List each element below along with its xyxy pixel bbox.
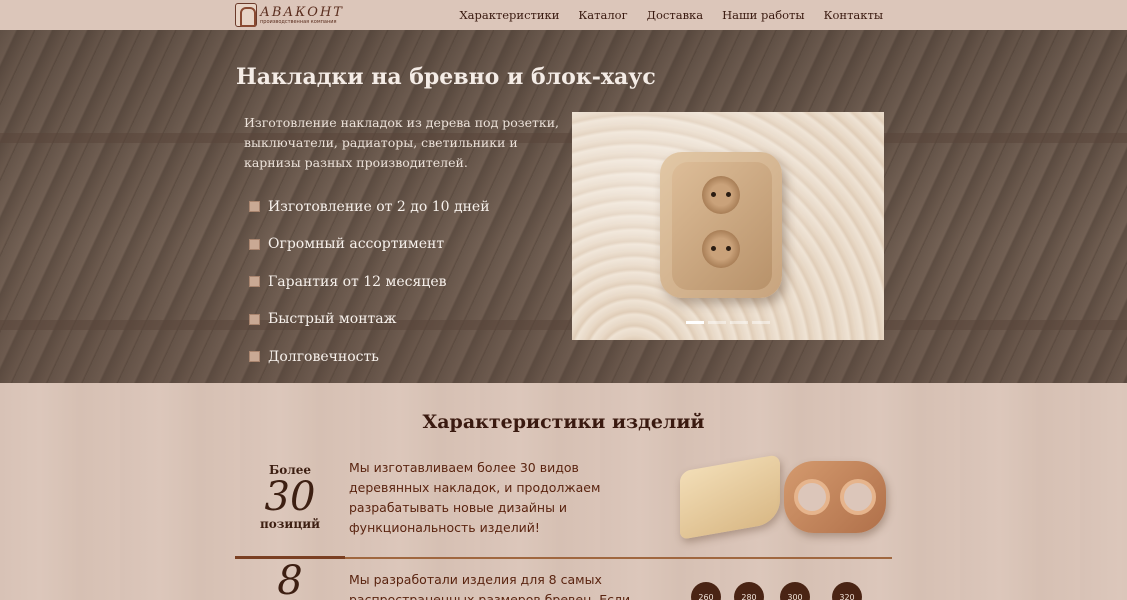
slider-pagination <box>686 321 770 324</box>
logo[interactable]: АВАКОНТ производственная компания <box>235 3 344 27</box>
size-badge: 260 <box>691 582 721 600</box>
feature-label: Изготовление от 2 до 10 дней <box>268 198 490 215</box>
feature-item: Огромный ассортимент <box>249 226 490 264</box>
stat-number: 30 <box>264 474 316 520</box>
nav-link-contacts[interactable]: Контакты <box>824 8 883 22</box>
size-badge: 300 <box>780 582 810 600</box>
stat-block: 8 <box>250 561 330 600</box>
single-wood-plate-image <box>680 454 780 540</box>
nav-link-characteristics[interactable]: Характеристики <box>459 8 559 22</box>
square-bullet-icon <box>249 351 260 363</box>
socket-image <box>672 162 772 290</box>
logo-title: АВАКОНТ <box>260 4 344 20</box>
nav-link-delivery[interactable]: Доставка <box>647 8 703 22</box>
feature-item: Гарантия от 12 месяцев <box>249 263 490 301</box>
main-nav: Характеристики Каталог Доставка Наши раб… <box>459 8 883 22</box>
feature-label: Быстрый монтаж <box>268 311 397 328</box>
logo-subtitle: производственная компания <box>260 18 337 25</box>
slider-dot[interactable] <box>752 321 770 324</box>
hero-description: Изготовление накладок из дерева под розе… <box>244 115 560 170</box>
slider-dot[interactable] <box>686 321 704 324</box>
hero-section: Накладки на бревно и блок-хаус Изготовле… <box>0 30 1127 383</box>
square-bullet-icon <box>249 276 260 288</box>
stat-description: Мы изготавливаем более 30 видов деревянн… <box>349 460 601 535</box>
hero-beam <box>0 320 1127 330</box>
feature-label: Гарантия от 12 месяцев <box>268 273 447 290</box>
slider-dot[interactable] <box>708 321 726 324</box>
feature-item: Быстрый монтаж <box>249 301 490 339</box>
feature-label: Долговечность <box>268 348 379 365</box>
slider-dot[interactable] <box>730 321 748 324</box>
nav-link-our-works[interactable]: Наши работы <box>722 8 804 22</box>
feature-label: Огромный ассортимент <box>268 236 445 253</box>
hero-title: Накладки на бревно и блок-хаус <box>236 64 656 90</box>
square-bullet-icon <box>249 238 260 250</box>
image-slider[interactable] <box>572 112 884 340</box>
square-bullet-icon <box>249 201 260 213</box>
feature-item: Долговечность <box>249 338 490 376</box>
double-wood-plate-image <box>784 461 886 533</box>
stat-description: Мы разработали изделия для 8 самых распр… <box>349 572 631 600</box>
size-badge: 280 <box>734 582 764 600</box>
stat-number: 8 <box>277 558 303 600</box>
square-bullet-icon <box>249 313 260 325</box>
section-title: Характеристики изделий <box>422 411 705 433</box>
site-header: АВАКОНТ производственная компания Характ… <box>0 0 1127 30</box>
nav-link-catalog[interactable]: Каталог <box>578 8 627 22</box>
logo-icon <box>235 3 257 27</box>
stat-block: Более 30 позиций <box>250 463 330 531</box>
size-badge: 320 <box>832 582 862 600</box>
stat-suffix: позиций <box>259 517 320 531</box>
feature-item: Изготовление от 2 до 10 дней <box>249 188 490 226</box>
characteristics-section: Характеристики изделий Более 30 позиций … <box>0 383 1127 600</box>
feature-list: Изготовление от 2 до 10 дней Огромный ас… <box>249 188 490 376</box>
